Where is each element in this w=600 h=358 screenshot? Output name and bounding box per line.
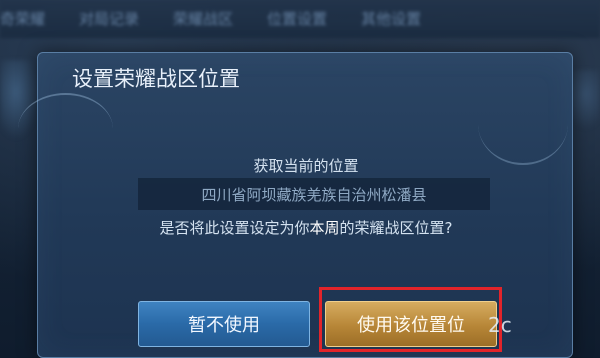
location-display: 四川省阿坝藏族羌族自治州松潘县 bbox=[138, 178, 490, 210]
question-text: 是否将此设置设定为你 bbox=[159, 219, 310, 237]
watermark: 2c bbox=[488, 313, 512, 337]
background-tab: 荣耀战区 bbox=[173, 10, 234, 28]
confirm-question: 是否将此设置设定为你本周的荣耀战区位置? bbox=[38, 217, 574, 238]
background-tab: 其他设置 bbox=[361, 10, 422, 28]
not-now-button-label: 暂不使用 bbox=[188, 315, 260, 336]
dialog-title: 设置荣耀战区位置 bbox=[72, 67, 240, 91]
background-tab-bar: 奇荣耀 对局记录 荣耀战区 位置设置 其他设置 bbox=[0, 0, 600, 38]
background-tab: 对局记录 bbox=[79, 10, 140, 28]
not-now-button[interactable]: 暂不使用 bbox=[138, 301, 310, 347]
background-tab: 奇荣耀 bbox=[0, 10, 46, 28]
question-highlight: 本周 bbox=[309, 219, 340, 237]
annotation-highlight-box bbox=[319, 287, 502, 352]
cloud-swirl-decoration bbox=[478, 83, 568, 165]
background-tab: 位置设置 bbox=[267, 10, 328, 28]
question-text: 的荣耀战区位置? bbox=[339, 219, 453, 237]
current-location-label: 获取当前的位置 bbox=[253, 157, 359, 175]
location-value: 四川省阿坝藏族羌族自治州松潘县 bbox=[201, 185, 427, 204]
